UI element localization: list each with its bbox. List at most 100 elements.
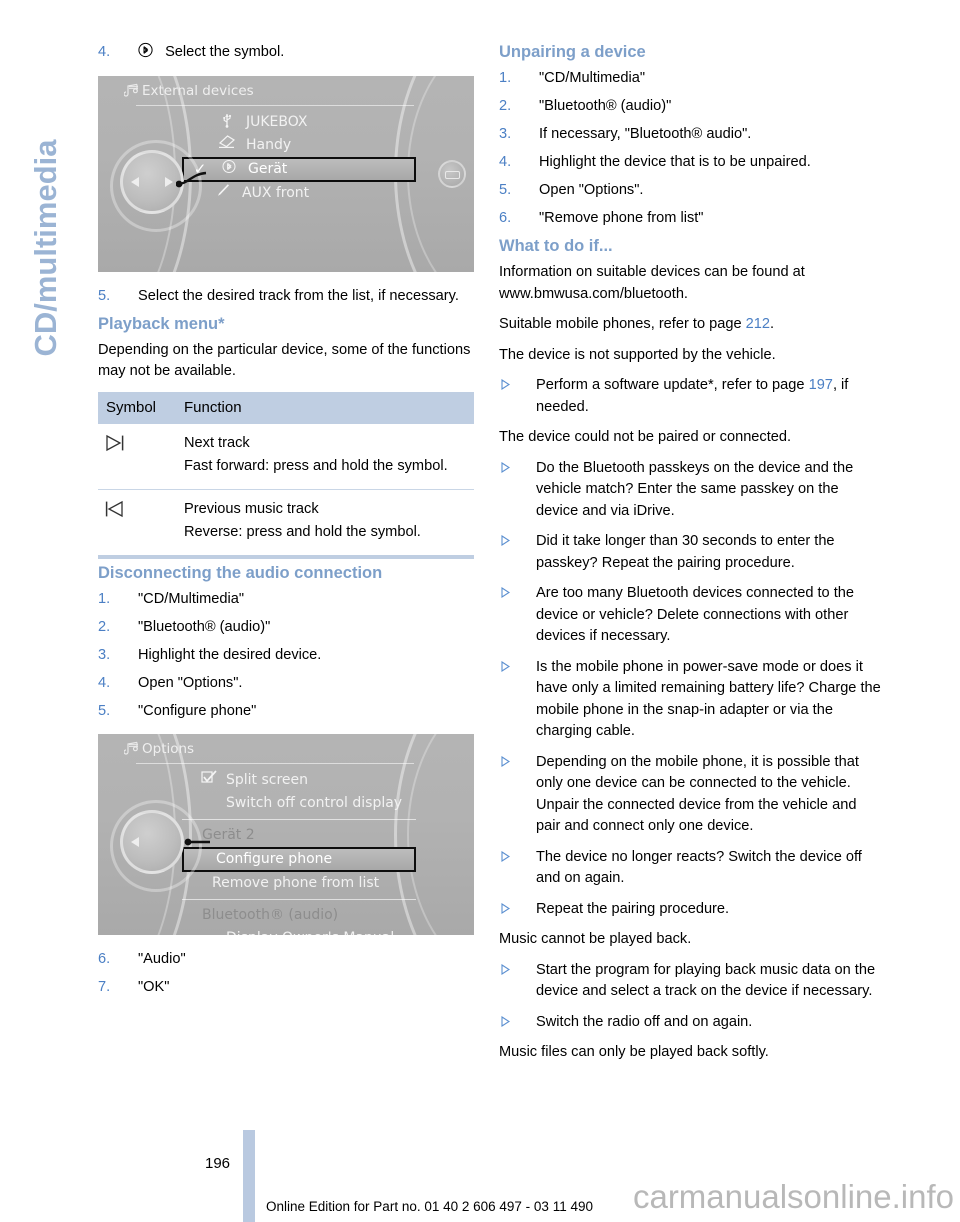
list-item: Switch the radio off and on again. [499,1012,881,1034]
bullet-text: Switch the radio off and on again. [536,1013,753,1030]
idrive-screenshot-options: Options Split screen Switch off control … [98,734,474,935]
table-row: Previous music track Reverse: press and … [98,489,474,555]
playback-menu-heading: Playback menu* [98,314,225,333]
idrive-controller-knob[interactable] [110,800,202,892]
bluetooth-icon [138,42,153,66]
step-number: 7. [98,979,111,995]
arrow-right-icon [165,176,173,187]
display-button-icon[interactable] [438,159,466,188]
triangle-bullet-icon [501,535,510,546]
function-line: Previous music track [184,500,319,517]
list-item-label: Display Owner's Manual [226,930,394,935]
list-item: 2. "Bluetooth® (audio)" [98,617,474,639]
multimedia-note-icon [123,83,140,101]
bullet-text: Depending on the mobile phone, it is pos… [536,753,859,835]
triangle-bullet-icon [501,461,510,473]
footer-note: Online Edition for Part no. 01 40 2 606 … [266,1199,593,1214]
step-text: Highlight the device that is to be unpai… [539,154,811,170]
screen-title-bar: External devices [98,76,474,105]
step-text: Select the desired track from the list, … [138,287,459,304]
triangle-bullet-icon [501,963,510,975]
list-item: 3. Highlight the desired device. [98,645,474,667]
list-item-jukebox[interactable]: JUKEBOX [98,111,474,134]
list-item: 1. "CD/Multimedia" [499,68,881,90]
step-number: 5. [499,182,512,198]
list-item-label: AUX front [242,184,310,201]
page-reference-197[interactable]: 197 [809,377,833,393]
list-item-label: Bluetooth® (audio) [202,907,339,923]
list-item: The device no longer reacts? Switch the … [499,847,881,890]
list-item: 4. Open "Options". [98,673,474,695]
unpairing-heading: Unpairing a device [499,43,646,61]
next-track-icon [98,423,174,490]
screen-title-text: Options [142,741,195,757]
list-item-split-screen[interactable]: Split screen [98,769,474,792]
list-item-label: Handy [246,136,292,153]
triangle-bullet-icon [501,379,510,390]
idrive-screenshot-external-devices: External devices JUKEBOX Handy ✓ Gerät A… [98,75,474,272]
list-item: Do the Bluetooth passkeys on the device … [499,458,881,523]
list-item: Start the program for playing back music… [499,960,881,1003]
step-number: 4. [98,44,111,60]
bluetooth-icon [218,159,240,181]
step-text: Select the symbol. [165,44,285,60]
previous-track-icon [98,489,174,555]
step-number: 4. [499,154,512,170]
list-item: 6. "Remove phone from list" [499,208,881,230]
column-header-symbol: Symbol [98,391,174,424]
arrow-left-icon [131,837,139,847]
unpairing-steps: 1. "CD/Multimedia" 2. "Bluetooth® (audio)"… [499,68,881,230]
idrive-controller-knob[interactable] [110,139,202,232]
column-header-function: Function [174,391,474,424]
step-text: "CD/Multimedia" [138,590,245,607]
list-item: Repeat the pairing procedure. [499,899,881,921]
bullet-text: Is the mobile phone in power-save mode o… [536,658,881,740]
step-text: "Bluetooth® (audio)" [138,618,271,635]
screen-title-text: External devices [142,82,254,99]
callout-pointer [184,838,210,846]
function-line: Next track [184,434,250,451]
triangle-bullet-icon [501,850,510,862]
callout-pointer [176,171,207,187]
page-footer: 196 Online Edition for Part no. 01 40 2 … [0,1126,960,1222]
step-number: 5. [98,702,111,719]
list-item-label: JUKEBOX [246,113,308,130]
chapter-tab-label: CD/multimedia [28,139,63,357]
page-number: 196 [205,1155,231,1172]
step-4-list: 4. Select the symbol. [98,42,474,66]
list-item: Perform a software update*, refer to pag… [499,375,881,418]
bullet-text: Did it take longer than 30 seconds to en… [536,533,835,571]
table-header-row: Symbol Function [98,391,474,424]
step-number: 6. [98,951,111,967]
triangle-bullet-icon [501,660,510,672]
screen-title-bar: Options [98,734,474,763]
list-item-geraet-selected[interactable]: ✓ Gerät [182,156,416,182]
list-item-label: Switch off control display [226,795,403,811]
list-item-label: Split screen [226,772,309,788]
step-number: 5. [98,287,111,304]
step-number: 4. [98,674,111,691]
list-item: Are too many Bluetooth devices connected… [499,583,881,648]
info-suitable-devices: Information on suitable devices can be f… [499,264,805,302]
page-reference-212[interactable]: 212 [746,316,770,332]
table-cell-function: Next track Fast forward: press and hold … [174,423,474,490]
step-text: Open "Options". [539,182,644,198]
step-text: "Bluetooth® (audio)" [539,98,672,114]
arrow-left-icon [131,176,139,187]
step-text: "Audio" [138,951,186,967]
list-item-label: Remove phone from list [212,875,380,891]
list-item-display-owners-manual[interactable]: Display Owner's Manual [98,927,474,935]
list-item: 5. Select the desired track from the lis… [98,286,474,308]
device-not-supported: The device is not supported by the vehic… [499,346,776,363]
suitable-phones-text: Suitable mobile phones, refer to page [499,316,746,332]
list-item-label: Gerät [248,160,288,177]
triangle-bullet-icon [501,902,510,914]
step-text: "OK" [138,979,170,995]
list-item-configure-phone-selected[interactable]: Configure phone [182,847,416,872]
playback-intro-text: Depending on the particular device, some… [98,341,471,380]
list-item: 1. "CD/Multimedia" [98,589,474,611]
watermark: carmanualsonline.info [632,1178,954,1215]
bullet-text: Perform a software update*, refer to pag… [536,377,809,393]
step-number: 1. [499,70,512,86]
function-line: Fast forward: press and hold the symbol. [184,458,448,474]
